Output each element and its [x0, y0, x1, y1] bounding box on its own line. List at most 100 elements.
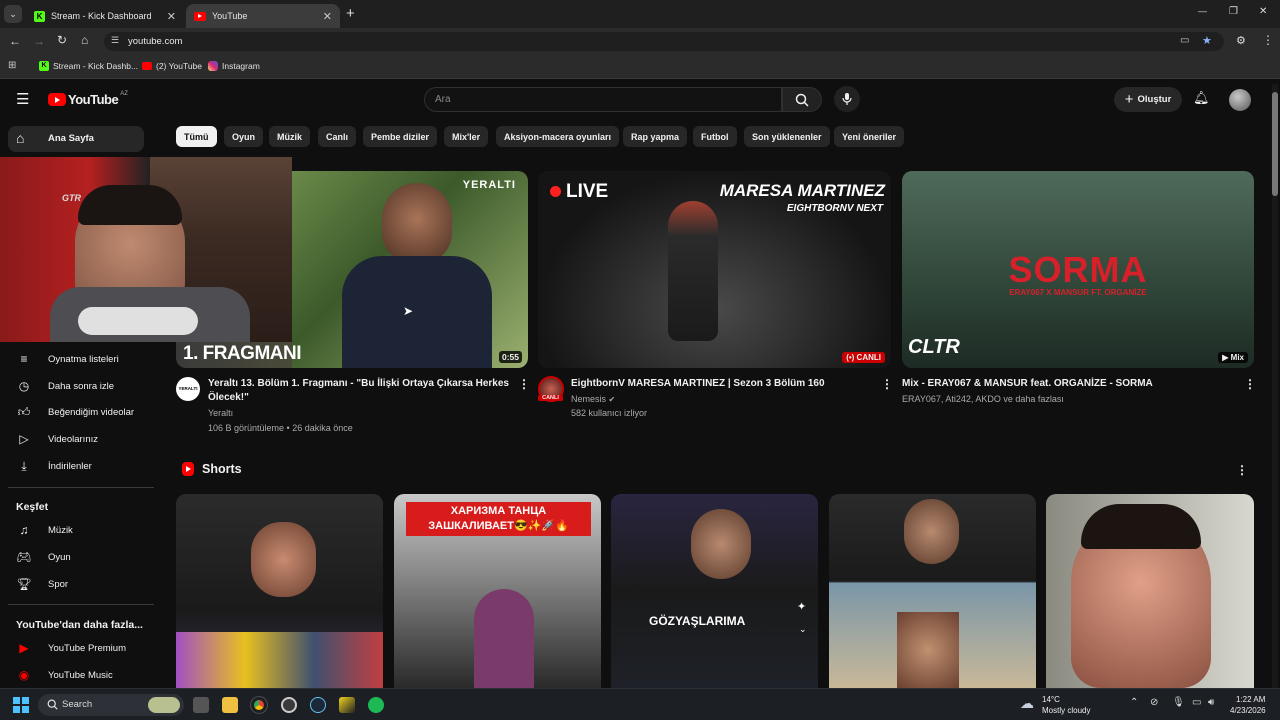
- chevron-up-icon[interactable]: ⌃: [1130, 697, 1138, 708]
- display-icon[interactable]: ▭: [1192, 697, 1201, 708]
- chevron-down-icon: ⌄: [9, 9, 17, 19]
- close-icon[interactable]: ✕: [167, 10, 176, 23]
- back-icon[interactable]: ←: [9, 34, 21, 48]
- sparkle-icon: ✦: [797, 601, 807, 613]
- short-thumbnail-4[interactable]: [829, 494, 1036, 688]
- close-icon[interactable]: ✕: [323, 10, 332, 23]
- sidebar-item-label: Müzik: [48, 524, 73, 536]
- omnibox[interactable]: ☰ youtube.com ▭ ★: [104, 32, 1224, 51]
- bookmark-kick[interactable]: K Stream - Kick Dashb...: [39, 61, 138, 71]
- thumbnail-title: SORMA: [1008, 249, 1148, 290]
- sidebar-divider: [8, 487, 154, 488]
- windows-start-icon[interactable]: [13, 697, 29, 713]
- steam-icon[interactable]: [310, 697, 326, 713]
- video-title[interactable]: Mix - ERAY067 & MANSUR feat. ORGANİZE - …: [902, 377, 1232, 391]
- chip-action-adventure[interactable]: Aksiyon-macera oyunları: [496, 126, 620, 147]
- clock-date[interactable]: 4/23/2026: [1230, 706, 1266, 715]
- chrome-icon[interactable]: [250, 696, 268, 714]
- voice-search-button[interactable]: [834, 86, 860, 112]
- clock-time[interactable]: 1:22 AM: [1236, 695, 1265, 704]
- spotify-icon[interactable]: [368, 697, 384, 713]
- search-input[interactable]: Ara: [435, 94, 451, 105]
- forward-icon[interactable]: →: [33, 34, 45, 48]
- network-icon[interactable]: ⊘: [1150, 697, 1158, 708]
- menu-kebab-icon[interactable]: ⋮: [1262, 33, 1274, 47]
- volume-icon[interactable]: 🔊︎: [1208, 697, 1214, 708]
- restore-button[interactable]: ❐: [1229, 6, 1238, 17]
- short-hair: [1081, 504, 1201, 549]
- more-options-icon[interactable]: ⋮: [518, 377, 530, 391]
- home-icon[interactable]: ⌂: [81, 33, 88, 47]
- more-options-icon[interactable]: ⋮: [1236, 463, 1248, 477]
- scrollbar-thumb[interactable]: [1272, 92, 1278, 196]
- chip-soap-operas[interactable]: Pembe diziler: [363, 126, 438, 147]
- short-thumbnail-5[interactable]: [1046, 494, 1254, 688]
- chip-mixes[interactable]: Mix'ler: [444, 126, 489, 147]
- chip-rap[interactable]: Rap yapma: [623, 126, 688, 147]
- sidebar-item-home[interactable]: ⌂ Ana Sayfa: [8, 126, 144, 152]
- new-tab-button[interactable]: +: [346, 5, 355, 22]
- short-thumbnail-2[interactable]: ХАРИЗМА ТАНЦА ЗАШКАЛИВАЕТ😎✨🚀🔥: [394, 494, 601, 688]
- tab-label: Stream - Kick Dashboard: [51, 11, 152, 21]
- page-scrollbar[interactable]: [1272, 84, 1278, 688]
- youtube-logo[interactable]: YouTube AZ: [48, 91, 128, 107]
- browser-tab-bar: ⌄ K Stream - Kick Dashboard ✕ YouTube ✕ …: [0, 0, 1280, 28]
- search-box[interactable]: Ara: [424, 87, 782, 112]
- create-button[interactable]: + Oluştur: [1114, 87, 1182, 112]
- apps-grid-icon[interactable]: ⊞: [8, 60, 16, 71]
- chip-all[interactable]: Tümü: [176, 126, 217, 147]
- chip-live[interactable]: Canlı: [318, 126, 357, 147]
- chip-recently-uploaded[interactable]: Son yüklenenler: [744, 126, 830, 147]
- short-thumbnail-1[interactable]: [176, 494, 383, 688]
- gamepad-icon: 🎮︎: [16, 550, 32, 564]
- extensions-icon[interactable]: ⚙: [1236, 34, 1246, 47]
- bell-icon[interactable]: 🔔︎: [1193, 90, 1210, 106]
- tab-search-button[interactable]: ⌄: [4, 5, 22, 23]
- cast-icon[interactable]: ▭: [1180, 35, 1189, 46]
- more-options-icon[interactable]: ⋮: [881, 377, 893, 391]
- minimize-button[interactable]: —: [1198, 6, 1207, 16]
- chair-logo: GTR: [62, 193, 81, 203]
- bookmark-star-icon[interactable]: ★: [1202, 34, 1212, 47]
- video-title[interactable]: EightbornV MARESA MARTINEZ | Sezon 3 Böl…: [571, 377, 871, 391]
- clock-icon: ◷: [18, 379, 30, 393]
- close-window-button[interactable]: ✕: [1259, 6, 1267, 17]
- chip-music[interactable]: Müzik: [269, 126, 311, 147]
- taskbar-search[interactable]: Search: [38, 694, 184, 716]
- obs-icon[interactable]: [281, 697, 297, 713]
- short-thumbnail-3[interactable]: GÖZYAŞLARIMA ✦ ⌄: [611, 494, 818, 688]
- reload-icon[interactable]: ↻: [57, 33, 67, 47]
- thumbnail-brand: CLTR: [908, 336, 960, 358]
- file-explorer-icon[interactable]: [222, 697, 238, 713]
- microphone-icon[interactable]: 🎙︎: [1172, 697, 1185, 708]
- more-options-icon[interactable]: ⋮: [1244, 377, 1256, 391]
- site-settings-icon[interactable]: ☰: [111, 35, 119, 46]
- mouse-cursor-icon: ➤: [403, 304, 414, 318]
- tab-youtube[interactable]: YouTube ✕: [186, 4, 340, 28]
- chip-new-recommendations[interactable]: Yeni öneriler: [834, 126, 905, 147]
- bookmark-instagram[interactable]: Instagram: [208, 61, 260, 71]
- youtube-icon: [142, 62, 152, 70]
- channel-name[interactable]: ERAY067, Ati242, AKDO ve daha fazlası: [902, 392, 1064, 406]
- search-button[interactable]: [782, 87, 822, 112]
- bookmarks-bar: ⊞ K Stream - Kick Dashb... (2) YouTube I…: [0, 55, 1280, 79]
- hamburger-menu-icon[interactable]: ☰: [16, 90, 29, 108]
- video-thumbnail-1[interactable]: YERALTI 0:55: [292, 171, 528, 368]
- channel-name[interactable]: Yeraltı: [208, 406, 233, 420]
- short-person: [691, 509, 751, 579]
- chip-football[interactable]: Futbol: [693, 126, 737, 147]
- chip-gaming[interactable]: Oyun: [224, 126, 264, 147]
- trophy-icon: 🏆︎: [16, 577, 32, 591]
- video-thumbnail-3[interactable]: SORMA ERAY067 X MANSUR FT. ORGANİZE CLTR…: [902, 171, 1254, 368]
- video-title[interactable]: Yeraltı 13. Bölüm 1. Fragmanı - "Bu İliş…: [208, 377, 513, 405]
- video-thumbnail-2[interactable]: LIVE MARESA MARTINEZ EIGHTBORNV NEXT (•)…: [538, 171, 891, 368]
- playlist-icon: ≡: [20, 352, 28, 366]
- search-icon: [795, 93, 809, 107]
- channel-name[interactable]: Nemesis ✔: [571, 392, 615, 407]
- bookmark-youtube[interactable]: (2) YouTube: [142, 61, 202, 71]
- channel-avatar[interactable]: YERALTI: [176, 377, 200, 401]
- app-icon[interactable]: [339, 697, 355, 713]
- task-view-icon[interactable]: [193, 697, 209, 713]
- tab-kick[interactable]: K Stream - Kick Dashboard ✕: [26, 4, 184, 28]
- avatar[interactable]: [1229, 89, 1251, 111]
